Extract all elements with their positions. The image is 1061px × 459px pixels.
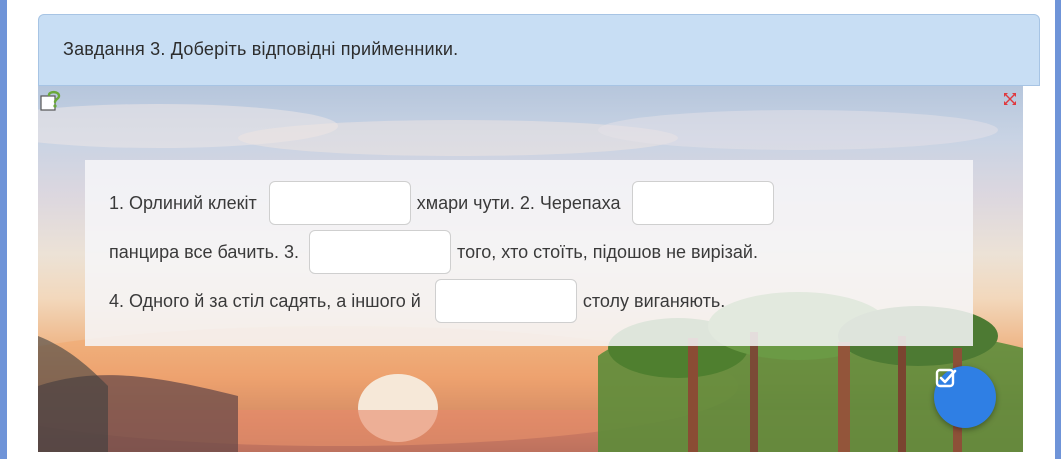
gap-input-2[interactable] (632, 181, 775, 225)
line1-part2: хмари чути. 2. Черепаха (416, 192, 621, 213)
gap-input-4[interactable] (434, 279, 577, 323)
exercise-line-1: 1. Орлиний клекіт хмари чути. 2. Черепах… (109, 180, 780, 226)
line2-part1: панцира все бачить. 3. (109, 241, 300, 262)
gap-input-3[interactable] (309, 230, 452, 274)
check-answers-button[interactable] (934, 366, 996, 428)
fullscreen-icon[interactable] (1003, 92, 1017, 106)
gap-input-1[interactable] (268, 181, 411, 225)
line1-part1: 1. Орлиний клекіт (109, 192, 257, 213)
line3-part1: 4. Одного й за стіл садять, а іншого й (109, 290, 421, 311)
line3-part2: столу виганяють. (582, 290, 726, 311)
task-title: Завдання 3. Доберіть відповідні прийменн… (63, 39, 459, 59)
exercise-line-2: панцира все бачить. 3. того, хто стоїть,… (109, 229, 758, 275)
task-header: Завдання 3. Доберіть відповідні прийменн… (38, 14, 1040, 86)
help-icon[interactable] (40, 90, 64, 112)
line2-part2: того, хто стоїть, підошов не вирізай. (457, 241, 758, 262)
exercise-line-3: 4. Одного й за стіл садять, а іншого й с… (109, 278, 725, 324)
check-icon (935, 368, 957, 388)
left-border (0, 0, 7, 459)
exercise-scene: 1. Орлиний клекіт хмари чути. 2. Черепах… (38, 86, 1023, 452)
exercise-text-panel: 1. Орлиний клекіт хмари чути. 2. Черепах… (85, 160, 973, 346)
right-border (1055, 0, 1061, 459)
